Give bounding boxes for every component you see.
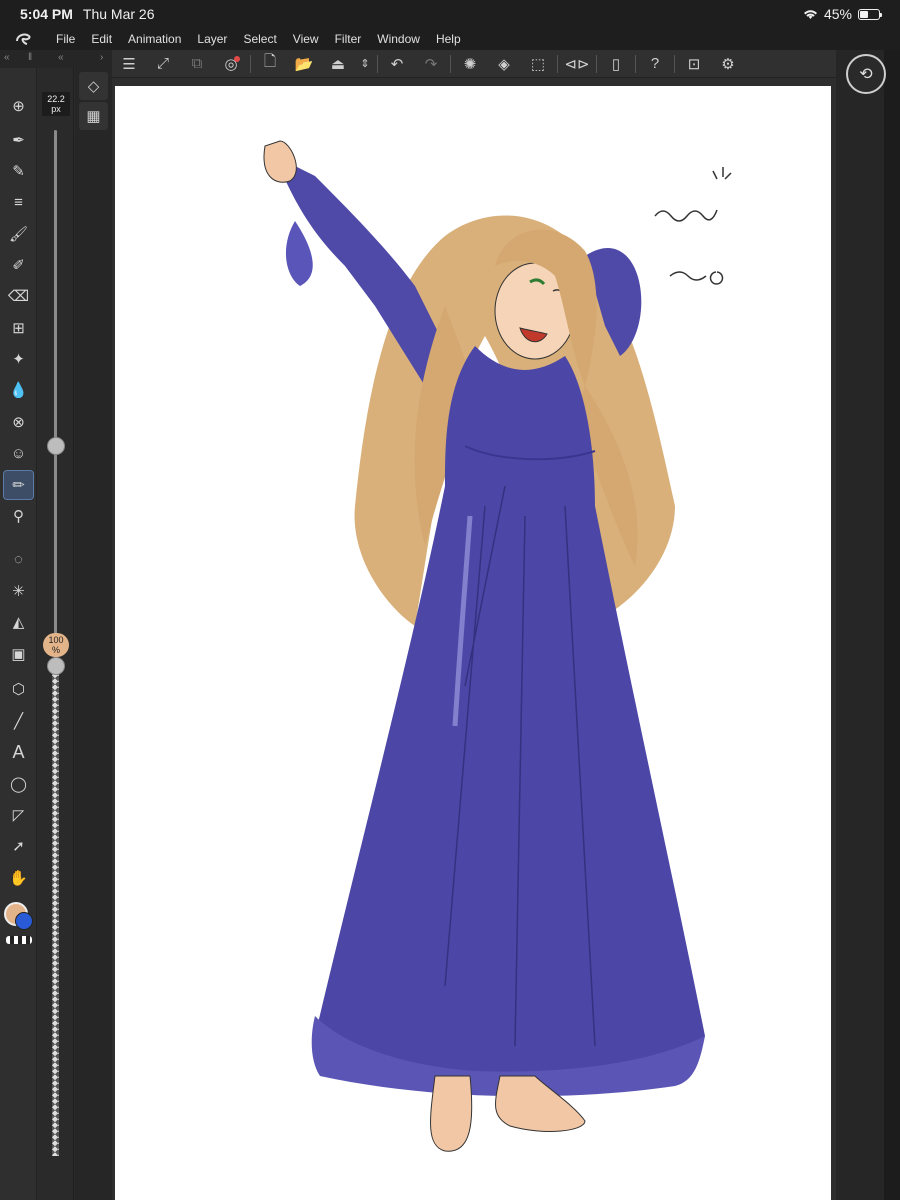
tool-palette: ⊕ ✒ ✎ ≡ 🖌 ✐ ⌫ ⊞ ✦ 💧 ⊗ ☺ ✏ ⚲ ◌ ✳ ◭ ▣ ⬡ ╱ … (0, 68, 37, 1200)
select-arrow-icon[interactable]: ➚ (4, 832, 33, 860)
lines-icon[interactable]: ≡ (4, 188, 33, 216)
canvas-workspace[interactable] (112, 78, 836, 1200)
transform-icon[interactable]: ⬚ (521, 50, 555, 78)
side-panel-strip: ◇ ▦ (75, 68, 112, 1200)
filmstrip-icon[interactable]: ▦ (79, 102, 108, 130)
toolbar-divider (635, 54, 636, 73)
lasso-icon[interactable]: ◌ (4, 545, 33, 573)
menu-view[interactable]: View (285, 32, 327, 46)
fill-brush-icon[interactable]: ⊞ (4, 314, 33, 342)
brush-size-value: 22.2 (47, 94, 65, 104)
eraser-icon[interactable]: ⌫ (4, 282, 33, 310)
help-icon[interactable]: ? (638, 50, 672, 78)
airbrush-icon[interactable]: ✐ (4, 251, 33, 279)
collapse-left-icon[interactable]: « (4, 52, 10, 63)
toolbar-divider (557, 54, 558, 73)
toolbar-divider (596, 54, 597, 73)
battery-icon (858, 8, 882, 20)
flip-icon[interactable]: ⊲⊳ (560, 50, 594, 78)
status-date: Thu Mar 26 (82, 6, 155, 22)
expand-right-icon[interactable]: › (100, 52, 103, 63)
menu-window[interactable]: Window (369, 32, 428, 46)
loading-icon[interactable]: ✺ (453, 50, 487, 78)
pen-icon[interactable]: ✒ (4, 126, 33, 154)
toolbar-divider (250, 54, 251, 73)
open-file-icon[interactable]: 📂 (287, 50, 321, 78)
brush-size-slider[interactable] (54, 130, 57, 675)
eyedropper-icon[interactable]: ⚲ (4, 502, 33, 530)
right-dock-edge (884, 50, 900, 1200)
frame-icon[interactable]: ◸ (4, 801, 33, 829)
face-icon[interactable]: ☺ (4, 439, 33, 467)
menu-select[interactable]: Select (235, 32, 284, 46)
brush-size-readout: 22.2 px (42, 92, 70, 116)
drawing-canvas[interactable] (115, 86, 831, 1200)
more-chevron-icon[interactable]: ⇕ (355, 50, 375, 78)
opacity-handle[interactable] (47, 657, 65, 675)
menu-animation[interactable]: Animation (120, 32, 189, 46)
perspective-icon[interactable]: ⊗ (4, 408, 33, 436)
toolbar-divider (377, 54, 378, 73)
text-icon[interactable]: A (4, 738, 33, 766)
line-icon[interactable]: ╱ (4, 707, 33, 735)
balloon-icon[interactable]: ◯ (4, 770, 33, 798)
pencil-icon[interactable]: ✎ (4, 157, 33, 185)
command-bar: ☰ ⤢ ⧉ ◎ 🗋 📂 ⏏ ⇕ ↶ ↷ ✺ ◈ ⬚ ⊲⊳ ▯ ? ⊡ ⚙ (112, 50, 836, 78)
battery-fill (860, 10, 869, 18)
brush-icon[interactable]: 🖌 (4, 220, 33, 248)
right-panel-strip: ⟲ (836, 50, 900, 1200)
bucket-icon[interactable]: ◭ (4, 608, 33, 636)
status-right: 45% (803, 6, 882, 22)
status-time: 5:04 PM (20, 6, 73, 22)
menu-edit[interactable]: Edit (83, 32, 120, 46)
fill-icon[interactable]: ◈ (487, 50, 521, 78)
layers-icon[interactable]: ◇ (79, 72, 108, 100)
opacity-slider[interactable] (52, 666, 59, 1156)
menu-filter[interactable]: Filter (327, 32, 370, 46)
illustration-artwork (263, 140, 732, 1152)
resize-icon[interactable]: ⧉ (180, 50, 214, 78)
new-file-icon[interactable]: 🗋 (253, 50, 287, 78)
settings-icon[interactable]: ⚙ (711, 50, 745, 78)
record-icon[interactable]: ◎ (214, 50, 248, 78)
transparent-color-icon[interactable] (6, 936, 32, 944)
opacity-readout: 100 % (43, 633, 69, 657)
opacity-unit: % (51, 645, 60, 655)
fit-canvas-icon[interactable]: ⤢ (146, 50, 180, 78)
magic-wand-icon[interactable]: ✳ (4, 577, 33, 605)
sub-color-swatch[interactable] (15, 912, 33, 930)
sparkle-icon[interactable]: ✦ (4, 345, 33, 373)
grip-icon[interactable]: ‖ (28, 52, 32, 63)
record-dot (234, 55, 240, 62)
gradient-icon[interactable]: ▣ (4, 640, 33, 668)
3d-icon[interactable]: ⬡ (4, 675, 33, 703)
download-icon[interactable]: ⊕ (4, 92, 33, 120)
panel-collapse-strip: « ‖ « › (0, 50, 112, 68)
hand-icon[interactable]: ✋ (4, 864, 33, 892)
menu-help[interactable]: Help (428, 32, 469, 46)
blend-icon[interactable]: 💧 (4, 376, 33, 404)
app-logo-icon[interactable] (0, 32, 48, 46)
menu-icon[interactable]: ☰ (112, 50, 146, 78)
phone-icon[interactable]: ▯ (599, 50, 633, 78)
menu-file[interactable]: File (48, 32, 83, 46)
menu-bar: File Edit Animation Layer Select View Fi… (0, 28, 900, 50)
wifi-icon (803, 9, 817, 19)
toolbar-divider (450, 54, 451, 73)
brush-size-handle[interactable] (47, 437, 65, 456)
opacity-value: 100 (48, 635, 64, 645)
menu-layer[interactable]: Layer (189, 32, 235, 46)
redo-icon[interactable]: ↷ (414, 50, 448, 78)
marker-icon[interactable]: ✏ (3, 470, 34, 500)
brush-size-opacity-panel: 22.2 px 100 % (38, 68, 74, 1200)
preview-icon[interactable]: ⊡ (677, 50, 711, 78)
brush-size-unit: px (51, 104, 61, 114)
undo-icon[interactable]: ↶ (380, 50, 414, 78)
status-bar: 5:04 PM Thu Mar 26 45% (0, 0, 900, 28)
rotate-canvas-icon[interactable]: ⟲ (846, 54, 886, 94)
battery-percent: 45% (823, 6, 852, 22)
save-icon[interactable]: ⏏ (321, 50, 355, 78)
collapse-left-icon-2[interactable]: « (58, 52, 64, 63)
toolbar-divider (674, 54, 675, 73)
